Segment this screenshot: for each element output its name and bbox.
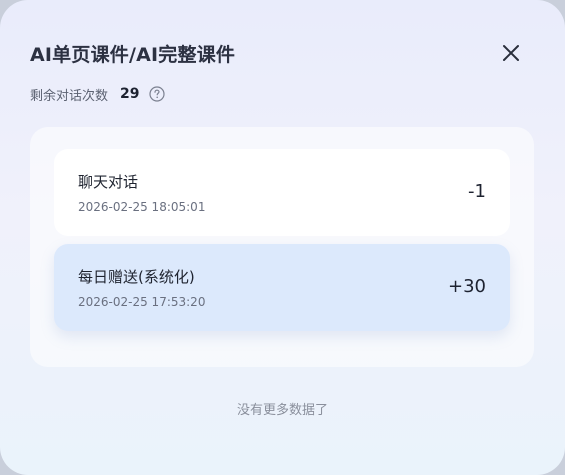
close-icon: [503, 45, 519, 61]
record-time: 2026-02-25 18:05:01: [78, 200, 206, 214]
dialog-title: AI单页课件/AI完整课件: [30, 44, 236, 66]
records-list: 聊天对话 2026-02-25 18:05:01 -1 每日赠送(系统化) 20…: [30, 127, 534, 367]
help-circle-icon[interactable]: [148, 86, 165, 102]
list-item[interactable]: 每日赠送(系统化) 2026-02-25 17:53:20 +30: [54, 244, 510, 331]
list-item[interactable]: 聊天对话 2026-02-25 18:05:01 -1: [54, 149, 510, 236]
remaining-info: 剩余对话次数 29: [30, 84, 165, 104]
record-name: 聊天对话: [78, 173, 139, 191]
record-name: 每日赠送(系统化): [78, 268, 195, 286]
record-time: 2026-02-25 17:53:20: [78, 295, 206, 309]
no-more-data-text: 没有更多数据了: [236, 403, 328, 418]
record-delta: -1: [468, 181, 486, 202]
remaining-count: 29: [120, 86, 140, 102]
records-dialog: AI单页课件/AI完整课件 剩余对话次数 29 聊天对话 2026-02-25 …: [0, 0, 565, 475]
record-delta: +30: [448, 276, 486, 297]
remaining-label: 剩余对话次数: [30, 88, 109, 104]
close-button[interactable]: [496, 38, 526, 68]
